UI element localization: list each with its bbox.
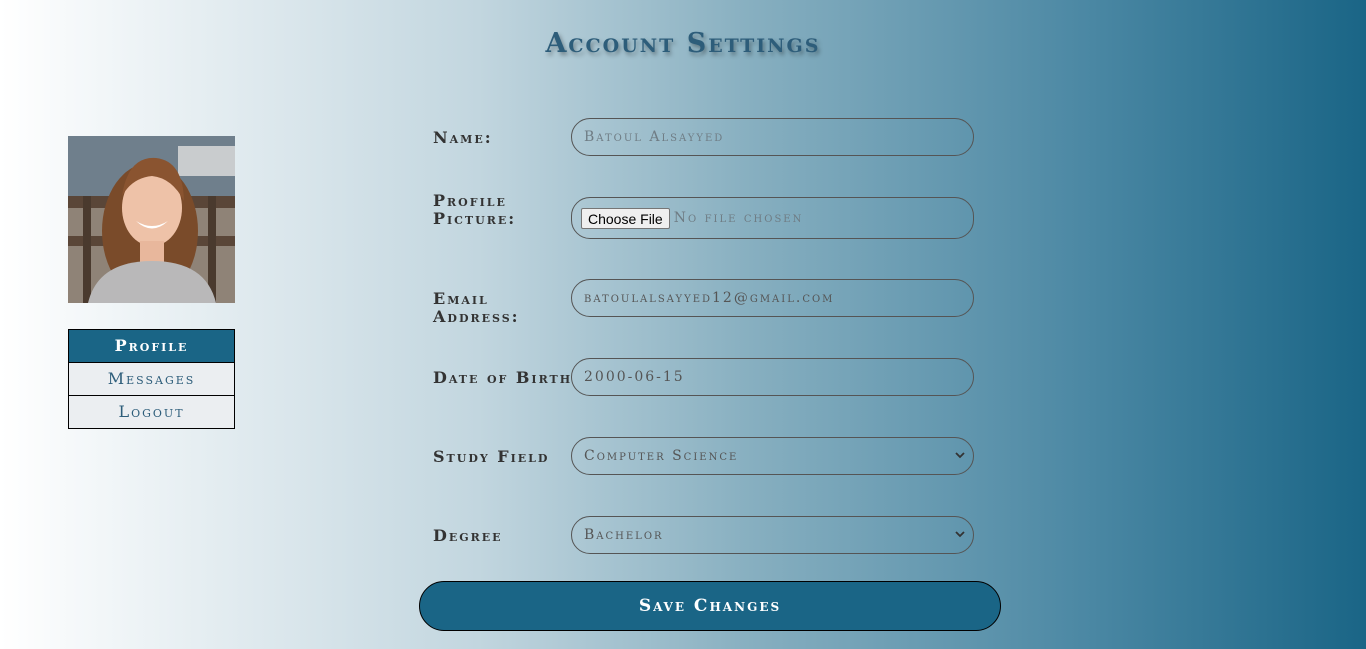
name-input[interactable]: Batoul Alsayyed	[571, 118, 974, 156]
profile-photo	[68, 136, 235, 303]
nav-item-messages[interactable]: Messages	[69, 363, 234, 396]
profile-picture-input[interactable]: Choose File No file chosen	[571, 197, 974, 239]
nav-item-profile[interactable]: Profile	[69, 330, 234, 363]
study-field-value: Computer Science	[584, 448, 739, 464]
dob-value: 2000-06-15	[584, 369, 685, 385]
dob-label: Date of Birth	[433, 368, 573, 387]
email-label: Email Address:	[433, 289, 520, 326]
profile-picture-label-line1: Profile	[433, 191, 507, 210]
nav-item-logout[interactable]: Logout	[69, 396, 234, 428]
choose-file-button[interactable]: Choose File	[581, 207, 670, 229]
chevron-down-icon	[955, 531, 965, 538]
profile-picture-label-line2: Picture:	[433, 209, 517, 228]
file-status: No file chosen	[673, 210, 804, 226]
profile-picture-label: Profile Picture:	[433, 192, 573, 228]
degree-select[interactable]: Bachelor	[571, 516, 974, 554]
degree-label: Degree	[433, 526, 503, 545]
degree-value: Bachelor	[584, 527, 664, 543]
side-nav: Profile Messages Logout	[68, 329, 235, 429]
email-value: batoulalsayyed12@gmail.com	[584, 290, 835, 306]
save-changes-button[interactable]: Save Changes	[419, 581, 1001, 631]
name-placeholder: Batoul Alsayyed	[584, 129, 725, 145]
name-label: Name:	[433, 128, 493, 147]
email-input[interactable]: batoulalsayyed12@gmail.com	[571, 279, 974, 317]
avatar	[68, 136, 235, 303]
dob-input[interactable]: 2000-06-15	[571, 358, 974, 396]
study-field-label: Study Field	[433, 447, 550, 466]
chevron-down-icon	[955, 452, 965, 459]
page-title: Account Settings	[545, 28, 821, 59]
study-field-select[interactable]: Computer Science	[571, 437, 974, 475]
